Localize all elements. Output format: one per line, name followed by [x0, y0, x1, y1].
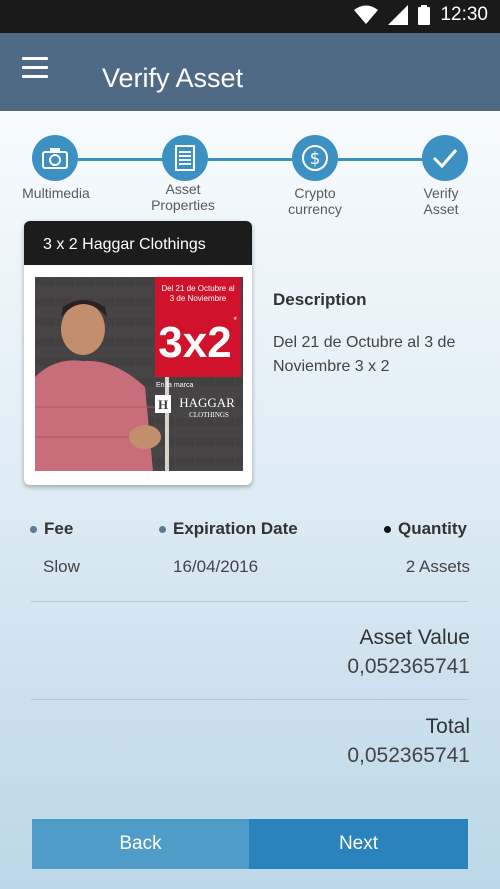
- promo-artwork: Del 21 de Octubre al 3 de Noviembre 3x2 …: [35, 277, 243, 471]
- promo-brand-name: HAGGAR: [179, 395, 235, 410]
- back-button[interactable]: Back: [32, 819, 249, 869]
- step-asset-properties[interactable]: [162, 135, 208, 181]
- status-bar: 12:30: [0, 0, 500, 33]
- status-time: 12:30: [440, 4, 488, 25]
- wifi-icon: [354, 5, 379, 24]
- description-label: Description: [273, 290, 367, 309]
- page-title: Verify Asset: [102, 63, 244, 93]
- divider: [31, 699, 468, 700]
- dollar-coin-icon: $: [302, 145, 328, 171]
- total-label: Total: [425, 715, 470, 738]
- next-button[interactable]: Next: [249, 819, 468, 869]
- step-crypto-currency[interactable]: $: [292, 135, 338, 181]
- expiration-value: 16/04/2016: [173, 557, 259, 576]
- asset-value-label: Asset Value: [359, 626, 470, 649]
- step-connector: [208, 158, 298, 161]
- divider: [31, 601, 468, 602]
- status-icons: 12:30: [354, 4, 488, 26]
- document-icon: [175, 145, 195, 171]
- quantity-value: 2 Assets: [405, 557, 470, 576]
- camera-icon: [42, 148, 68, 169]
- fee-header: Fee: [30, 519, 73, 539]
- promo-dates-line2: 3 de Noviembre: [170, 294, 227, 303]
- asset-value-amount: 0,052365741: [347, 655, 470, 678]
- promo-brand-intro: En la marca: [156, 382, 193, 389]
- quantity-header: Quantity: [384, 519, 467, 539]
- step-connector: [78, 158, 168, 161]
- step-label-asset-properties: Asset Properties: [151, 181, 215, 213]
- hamburger-icon[interactable]: [22, 57, 58, 87]
- asset-card-title: 3 x 2 Haggar Clothings: [24, 221, 252, 265]
- description-text: Del 21 de Octubre al 3 de Noviembre 3 x …: [273, 334, 456, 375]
- promo-headline-mark: *: [233, 315, 237, 325]
- total-amount: 0,052365741: [347, 744, 470, 767]
- model-face: [61, 303, 105, 355]
- expiration-label: Expiration Date: [173, 519, 298, 538]
- expiration-header: Expiration Date: [159, 519, 298, 539]
- app-bar: Verify Asset: [0, 33, 500, 111]
- step-label-crypto-currency: Crypto currency: [288, 185, 342, 217]
- promo-dates-line1: Del 21 de Octubre al: [161, 284, 235, 293]
- bullet-icon: [384, 525, 391, 533]
- svg-text:$: $: [310, 149, 321, 169]
- step-label-verify-asset: Verify Asset: [423, 185, 459, 217]
- asset-promo-image: Del 21 de Octubre al 3 de Noviembre 3x2 …: [35, 277, 243, 471]
- bullet-icon: [159, 525, 166, 533]
- bullet-icon: [30, 525, 37, 533]
- step-multimedia[interactable]: [32, 135, 78, 181]
- quantity-label: Quantity: [398, 519, 467, 538]
- asset-card[interactable]: 3 x 2 Haggar Clothings Del 21 de Octubre…: [24, 221, 252, 485]
- svg-text:H: H: [158, 397, 168, 412]
- signal-icon: [388, 5, 409, 25]
- battery-icon: [418, 5, 431, 25]
- fee-label: Fee: [44, 519, 74, 538]
- promo-brand-sub: CLOTHINGS: [189, 411, 229, 419]
- step-verify-asset[interactable]: [422, 135, 468, 181]
- step-connector: [338, 158, 428, 161]
- progress-stepper: $ Multimedia Asset Properties Crypto cur…: [0, 111, 500, 221]
- main-content: $ Multimedia Asset Properties Crypto cur…: [0, 111, 500, 889]
- fee-value: Slow: [43, 557, 80, 576]
- checkmark-icon: [432, 149, 458, 169]
- step-label-multimedia: Multimedia: [22, 185, 90, 201]
- promo-headline: 3x2: [158, 318, 231, 367]
